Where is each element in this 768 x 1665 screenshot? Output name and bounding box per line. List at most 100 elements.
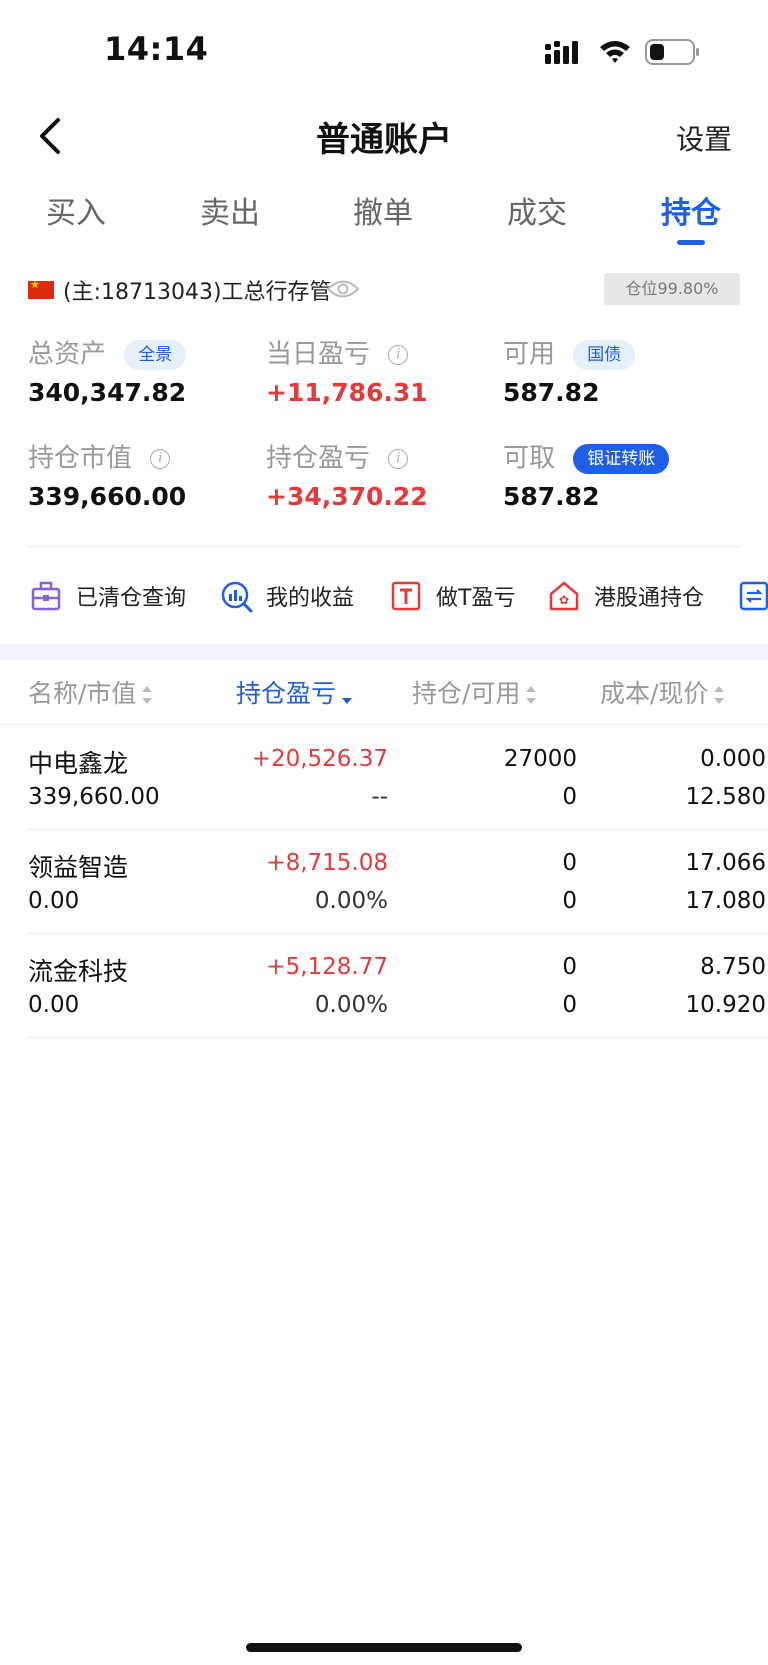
total-assets: 总资产 全景 340,347.82: [28, 336, 258, 407]
col-header-label: 持仓盈亏: [236, 679, 337, 708]
hk-house-icon: ✿: [549, 581, 579, 611]
position-pl-pct: 0.00%: [314, 888, 388, 914]
position-qty: 0: [562, 850, 577, 876]
wifi-icon: [600, 41, 630, 63]
bank-transfer-button[interactable]: 银证转账: [573, 443, 670, 474]
table-row[interactable]: 中电鑫龙 339,660.00 +20,526.37 -- 27000 0 0.…: [28, 726, 768, 830]
status-time: 14:14: [104, 30, 209, 68]
position-pl-pct: 0.00%: [314, 992, 388, 1018]
position-pl-value: +34,370.22: [266, 482, 428, 511]
col-header-label: 成本/现价: [600, 679, 709, 708]
eye-icon[interactable]: [326, 278, 360, 300]
sort-icon: [714, 686, 725, 704]
available-value: 587.82: [503, 378, 600, 407]
t-trade-pl-shortcut[interactable]: 做T盈亏: [390, 570, 530, 622]
available-label: 可用: [503, 339, 556, 370]
row-divider: [28, 1037, 768, 1038]
trade-tabs: 买入 卖出 撤单 成交 持仓: [0, 188, 768, 248]
battery-icon: [645, 39, 699, 65]
position-pl: 持仓盈亏 i +34,370.22: [266, 440, 496, 512]
briefcase-icon: [31, 581, 61, 611]
position-pl: +20,526.37: [251, 746, 388, 772]
cleared-positions-shortcut[interactable]: 已清仓查询: [30, 570, 200, 622]
my-earnings-shortcut[interactable]: 我的收益: [220, 570, 370, 622]
tab-holdings[interactable]: 持仓: [631, 188, 751, 232]
nav-bar: 普通账户 设置: [0, 100, 768, 180]
col-name-mv[interactable]: 名称/市值: [28, 674, 153, 710]
transfer-icon: [739, 581, 768, 611]
shortcut-label: 我的收益: [266, 586, 355, 611]
position-pl-label: 持仓盈亏: [266, 443, 371, 474]
info-icon[interactable]: i: [150, 448, 171, 469]
stock-name: 流金科技: [28, 957, 129, 986]
market-value: 0.00: [28, 888, 80, 914]
col-cost-price[interactable]: 成本/现价: [600, 674, 725, 710]
withdrawable-label: 可取: [503, 443, 556, 474]
tab-cancel[interactable]: 撤单: [323, 188, 443, 232]
status-bar: 14:14: [0, 0, 768, 100]
sort-icon: [526, 686, 537, 704]
active-tab-indicator: [677, 240, 705, 245]
current-price: 17.080: [685, 888, 766, 914]
settings-button[interactable]: 设置: [676, 118, 732, 158]
home-indicator: [246, 1643, 522, 1652]
market-value: 0.00: [28, 992, 80, 1018]
daily-pl-value: +11,786.31: [266, 378, 428, 407]
col-position-pl[interactable]: 持仓盈亏: [236, 674, 353, 710]
tab-deals[interactable]: 成交: [477, 188, 597, 232]
col-header-label: 名称/市值: [28, 679, 137, 708]
shortcut-bar: 已清仓查询 我的收益 做T盈亏 ✿ 港股通持仓: [0, 570, 768, 622]
total-assets-label: 总资产: [28, 339, 107, 370]
t-box-icon: [391, 581, 421, 611]
svg-text:✿: ✿: [559, 593, 569, 607]
tab-buy[interactable]: 买入: [16, 188, 136, 232]
position-qty: 27000: [503, 746, 577, 772]
account-row: (主:18713043)工总行存管 仓位99.80%: [28, 272, 740, 308]
stock-name: 领益智造: [28, 853, 129, 882]
table-row[interactable]: 领益智造 0.00 +8,715.08 0.00% 0 0 17.066 17.…: [28, 830, 768, 934]
withdrawable-value: 587.82: [503, 482, 600, 511]
info-icon[interactable]: i: [388, 448, 409, 469]
cost-price: 0.000: [700, 746, 766, 772]
position-qty: 0: [562, 954, 577, 980]
china-flag-icon: [28, 278, 54, 299]
total-assets-value: 340,347.82: [28, 378, 187, 407]
daily-pl-label: 当日盈亏: [266, 339, 371, 370]
chart-search-icon: [221, 581, 253, 613]
current-price: 10.920: [685, 992, 766, 1018]
current-price: 12.580: [685, 784, 766, 810]
shortcut-label: 港股通持仓: [594, 586, 705, 611]
position-pl-pct: --: [371, 784, 388, 810]
shortcut-label: 做T盈亏: [436, 586, 516, 611]
available-qty: 0: [562, 888, 577, 914]
treasury-bond-tag[interactable]: 国债: [573, 339, 636, 370]
market-value: 持仓市值 i 339,660.00: [28, 440, 258, 512]
col-position-available[interactable]: 持仓/可用: [412, 674, 537, 710]
sort-icon: [142, 686, 153, 704]
page-title: 普通账户: [316, 120, 452, 160]
table-row[interactable]: 流金科技 0.00 +5,128.77 0.00% 0 0 8.750 10.9…: [28, 934, 768, 1038]
panorama-tag[interactable]: 全景: [124, 339, 187, 370]
transfer-shortcut[interactable]: [738, 570, 768, 622]
section-divider: [0, 644, 768, 660]
cost-price: 17.066: [685, 850, 766, 876]
market-value-value: 339,660.00: [28, 482, 187, 511]
shortcut-label: 已清仓查询: [76, 586, 187, 611]
available-qty: 0: [562, 784, 577, 810]
cost-price: 8.750: [700, 954, 766, 980]
sort-desc-icon: [342, 686, 353, 704]
position-pl: +8,715.08: [266, 850, 388, 876]
signal-icon: [545, 41, 578, 64]
daily-pl: 当日盈亏 i +11,786.31: [266, 336, 496, 408]
account-label[interactable]: (主:18713043)工总行存管: [63, 274, 332, 306]
holdings-table-header: 名称/市值 持仓盈亏 持仓/可用 成本/现价: [0, 674, 768, 730]
available-funds: 可用 国债 587.82: [503, 336, 733, 407]
position-ratio-badge: 仓位99.80%: [604, 273, 740, 305]
position-pl: +5,128.77: [266, 954, 388, 980]
hk-connect-holdings-shortcut[interactable]: ✿ 港股通持仓: [548, 570, 718, 622]
info-icon[interactable]: i: [388, 344, 409, 365]
divider: [28, 546, 740, 547]
tab-sell[interactable]: 卖出: [170, 188, 290, 232]
market-value: 339,660.00: [28, 784, 160, 810]
stock-name: 中电鑫龙: [28, 749, 129, 778]
